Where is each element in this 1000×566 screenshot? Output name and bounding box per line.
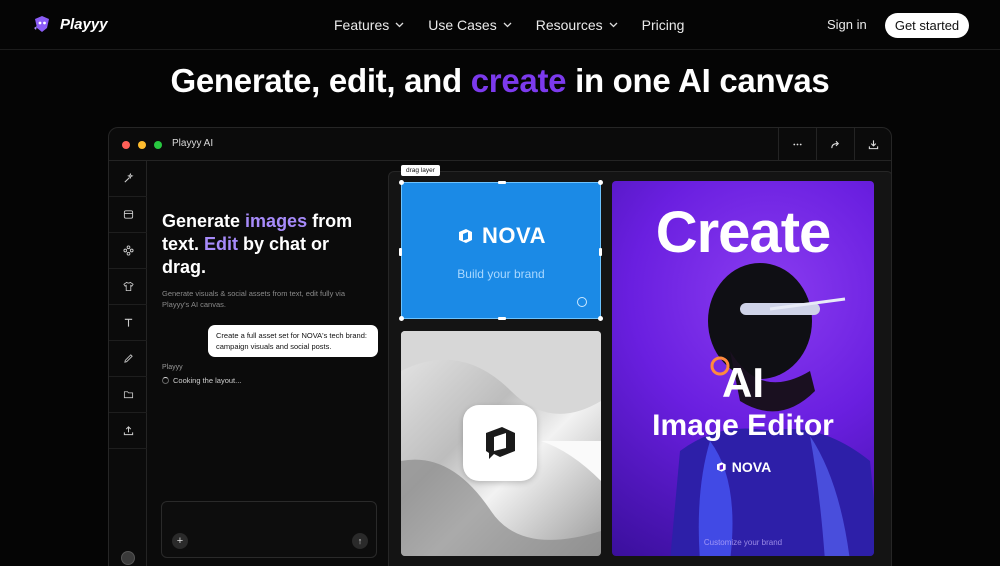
- close-window-button[interactable]: [122, 141, 130, 149]
- maximize-window-button[interactable]: [154, 141, 162, 149]
- menu-item-pricing[interactable]: Pricing: [642, 17, 685, 33]
- heading-highlight: Edit: [204, 234, 239, 254]
- main-menu: Features Use Cases Resources Pricing: [334, 17, 684, 33]
- folder-icon: [123, 391, 133, 399]
- chevron-down-icon: [395, 22, 404, 28]
- tool-files[interactable]: [109, 377, 147, 413]
- prompt-input[interactable]: + ↑: [161, 501, 377, 558]
- user-avatar[interactable]: [121, 551, 135, 565]
- nova-cube-icon: [459, 229, 473, 243]
- menu-item-resources[interactable]: Resources: [536, 17, 618, 33]
- brand-logo[interactable]: Playyy: [32, 15, 108, 33]
- more-button[interactable]: [778, 128, 816, 161]
- top-nav: Playyy Features Use Cases Resources Pric…: [0, 0, 1000, 50]
- chat-subtext: Generate visuals & social assets from te…: [162, 289, 345, 309]
- hero-title-part1: Generate, edit, and: [170, 62, 471, 99]
- loading-spinner-icon: [162, 377, 169, 384]
- menu-item-use-cases[interactable]: Use Cases: [428, 17, 512, 33]
- sign-in-link[interactable]: Sign in: [827, 17, 867, 32]
- tool-upload[interactable]: [109, 413, 147, 449]
- chevron-down-icon: [609, 22, 618, 28]
- resize-handle[interactable]: [598, 180, 603, 185]
- add-attachment-button[interactable]: +: [172, 533, 188, 549]
- send-button[interactable]: ↑: [352, 533, 368, 549]
- resize-handle[interactable]: [498, 181, 506, 184]
- nova-brand-text: NOVA: [731, 459, 772, 475]
- drag-layer-tooltip: drag layer: [401, 165, 440, 176]
- resize-handle[interactable]: [399, 248, 402, 256]
- tool-draw[interactable]: [109, 341, 147, 377]
- tool-sidebar: [109, 161, 147, 566]
- chat-heading: Generate images from text. Edit by chat …: [162, 210, 362, 279]
- app-icon-card[interactable]: [401, 331, 601, 556]
- bot-status: Cooking the layout...: [162, 376, 241, 385]
- menu-label: Use Cases: [428, 17, 497, 33]
- get-started-button[interactable]: Get started: [885, 13, 969, 38]
- nova-logo: NOVA: [402, 223, 600, 249]
- brand-tagline: Build your brand: [457, 267, 545, 281]
- resize-handle[interactable]: [399, 180, 404, 185]
- magic-wand-icon: [123, 173, 134, 183]
- upload-icon: [123, 426, 133, 436]
- template-icon: [123, 210, 133, 219]
- elements-icon: [122, 245, 134, 256]
- resize-handle[interactable]: [399, 316, 404, 321]
- nova-logo: NOVA: [612, 459, 874, 475]
- resize-handle[interactable]: [498, 317, 506, 320]
- tool-text[interactable]: [109, 305, 147, 341]
- ai-headline: AI: [722, 359, 764, 406]
- download-icon: [868, 140, 879, 150]
- window-titlebar: Playyy AI: [109, 128, 891, 161]
- menu-label: Resources: [535, 17, 603, 33]
- customize-caption: Customize your brand: [703, 538, 783, 547]
- nova-brand-text: NOVA: [482, 223, 546, 248]
- nova-cube-icon: [716, 462, 726, 472]
- text-icon: [124, 318, 132, 327]
- hero-title-accent: create: [470, 62, 567, 99]
- shirt-icon: [122, 281, 134, 292]
- menu-label: Pricing: [641, 17, 685, 33]
- minimize-window-button[interactable]: [138, 141, 146, 149]
- heading-highlight: images: [245, 211, 308, 231]
- app-window: Playyy AI Generate images from text. Edi…: [108, 127, 892, 566]
- brand-name: Playyy: [60, 15, 108, 33]
- tool-apparel[interactable]: [109, 269, 147, 305]
- ai-image-editor-card[interactable]: Create AI Image Editor NOVA Customize yo…: [612, 181, 874, 556]
- chevron-down-icon: [503, 22, 512, 28]
- menu-item-features[interactable]: Features: [334, 17, 404, 33]
- hero-title-part2: in one AI canvas: [566, 62, 830, 99]
- nova-blue-card[interactable]: NOVA Build your brand: [399, 180, 603, 321]
- image-editor-headline: Image Editor: [652, 409, 834, 442]
- menu-label: Features: [334, 17, 390, 33]
- heading-text: Generate: [162, 211, 246, 231]
- bot-name: Playyy: [162, 364, 183, 371]
- tool-magic[interactable]: [109, 161, 147, 197]
- more-icon: [793, 143, 802, 146]
- window-title: Playyy AI: [172, 138, 214, 149]
- playyy-logo-icon: [34, 16, 49, 32]
- share-icon: [831, 140, 840, 149]
- download-button[interactable]: [854, 128, 891, 161]
- user-message-bubble: Create a full asset set for NOVA's tech …: [208, 325, 378, 357]
- circle-icon: [577, 297, 587, 307]
- pen-icon: [123, 354, 133, 363]
- bot-status-text: Cooking the layout...: [173, 376, 242, 385]
- resize-handle[interactable]: [598, 316, 603, 321]
- chat-bubble-cube-icon: [486, 427, 515, 459]
- tool-elements[interactable]: [109, 233, 147, 269]
- tool-templates[interactable]: [109, 197, 147, 233]
- hero-title: Generate, edit, and create in one AI can…: [0, 62, 1000, 100]
- resize-handle[interactable]: [599, 248, 602, 256]
- share-button[interactable]: [816, 128, 854, 161]
- app-tile: [463, 405, 537, 481]
